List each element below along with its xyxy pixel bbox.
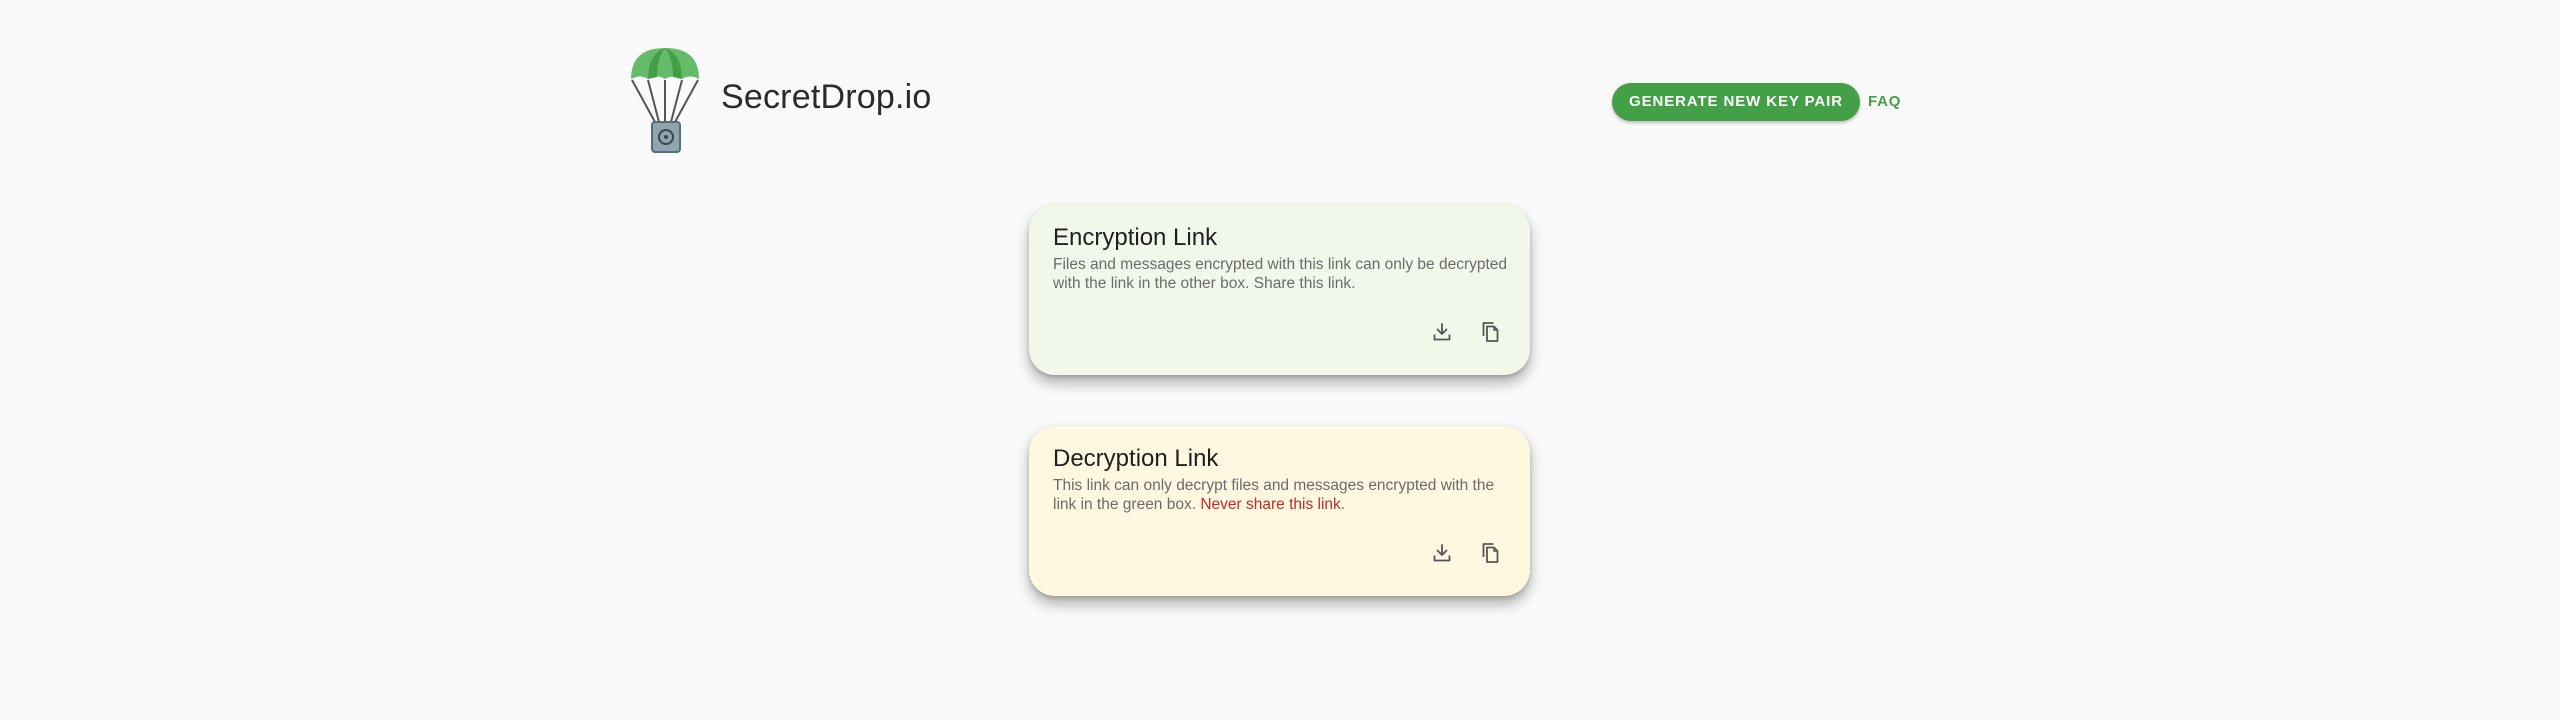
encryption-card-title: Encryption Link <box>1053 224 1218 251</box>
decryption-copy-button[interactable] <box>1475 538 1505 568</box>
generate-key-pair-button[interactable]: GENERATE NEW KEY PAIR <box>1612 83 1860 121</box>
copy-icon <box>1482 322 1499 342</box>
header: SecretDrop.io GENERATE NEW KEY PAIR FAQ <box>628 44 1900 156</box>
faq-link[interactable]: FAQ <box>1868 83 1901 121</box>
download-icon <box>1433 544 1451 562</box>
decryption-link-card: Decryption Link This link can only decry… <box>1029 426 1530 596</box>
page: SecretDrop.io GENERATE NEW KEY PAIR FAQ … <box>0 0 2560 720</box>
encryption-link-card: Encryption Link Files and messages encry… <box>1029 205 1530 375</box>
parachute-logo-icon[interactable] <box>628 44 702 156</box>
decryption-card-title: Decryption Link <box>1053 445 1219 472</box>
encryption-copy-button[interactable] <box>1475 317 1505 347</box>
copy-icon <box>1482 543 1499 563</box>
site-title[interactable]: SecretDrop.io <box>721 78 931 117</box>
never-share-warning: Never share this link <box>1200 496 1341 513</box>
decryption-download-button[interactable] <box>1427 538 1457 568</box>
parachute-logo-icon-svg <box>631 48 699 153</box>
encryption-download-button[interactable] <box>1427 317 1457 347</box>
warning-suffix: . <box>1340 496 1346 513</box>
download-icon <box>1433 323 1451 341</box>
decryption-card-description: This link can only decrypt files and mes… <box>1053 476 1513 514</box>
encryption-card-description: Files and messages encrypted with this l… <box>1053 256 1508 292</box>
